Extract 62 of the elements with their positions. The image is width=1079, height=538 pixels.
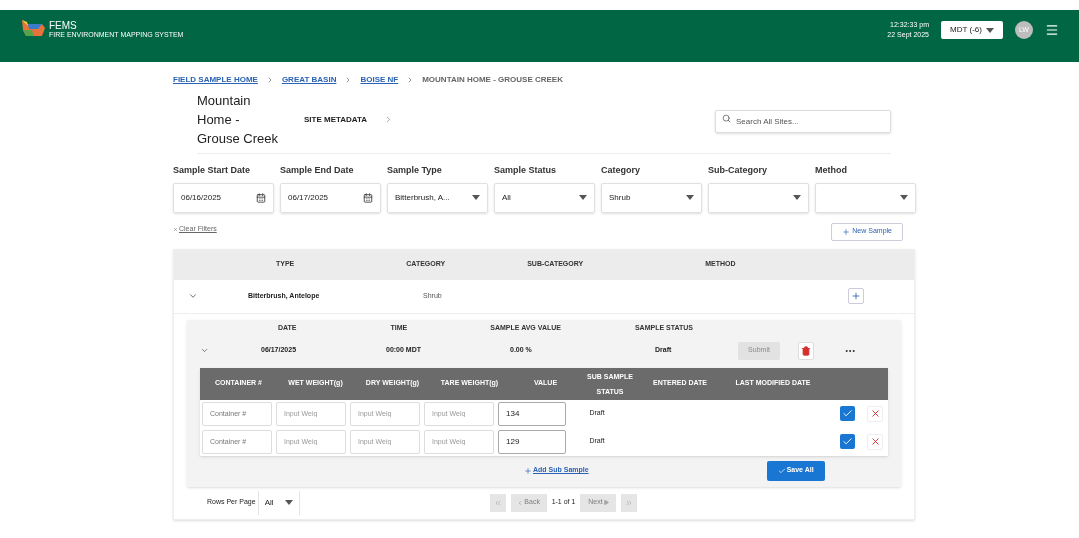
plus-icon (851, 291, 861, 301)
first-page-button[interactable] (489, 493, 506, 512)
app-name: FEMS (49, 20, 78, 31)
filter-label: Sample End Date (280, 164, 355, 177)
trash-icon (801, 345, 811, 356)
first-page-icon (493, 498, 502, 507)
breadcrumb-link[interactable]: FIELD SAMPLE HOME (173, 74, 258, 86)
breadcrumb-current: MOUNTAIN HOME - GROUSE CREEK (422, 74, 563, 86)
filter-label: Sample Type (387, 164, 443, 177)
cancel-button[interactable] (867, 433, 883, 450)
plus-icon (842, 227, 851, 236)
date-field[interactable]: 06/17/2025 (280, 182, 381, 213)
close-icon (869, 436, 881, 447)
breadcrumb-link[interactable]: GREAT BASIN (281, 74, 337, 86)
caret-icon (284, 500, 293, 505)
filter-label: Category (601, 164, 641, 177)
select-field[interactable]: Bitterbrush, A... (387, 182, 488, 213)
value-field[interactable]: 129 (498, 429, 566, 454)
filter-label: Sample Status (494, 164, 558, 177)
select-field[interactable]: All (494, 182, 595, 213)
caret-icon (686, 195, 694, 200)
chevron-icon (384, 115, 393, 124)
rows-per-page-select[interactable]: All (257, 490, 300, 515)
select-field[interactable] (708, 182, 809, 213)
confirm-button[interactable] (840, 406, 855, 421)
search-icon (722, 113, 731, 123)
site-title: Mountain Home - Grouse Creek (197, 92, 279, 148)
menu-icon[interactable] (1045, 23, 1059, 37)
caret-icon (579, 195, 587, 200)
select-field[interactable] (815, 182, 916, 213)
filter-label: Sample Start Date (173, 164, 252, 177)
check-icon (777, 466, 786, 475)
check-icon (842, 408, 853, 419)
calendar-icon (256, 192, 266, 203)
add-button[interactable] (848, 288, 864, 304)
caret-icon (472, 195, 480, 200)
caret-icon (793, 195, 801, 200)
confirm-button[interactable] (840, 434, 855, 449)
date-field[interactable]: 06/16/2025 (173, 182, 274, 213)
site-metadata-link[interactable]: SITE METADATA (304, 113, 384, 126)
timezone-select[interactable]: MDT (-6) (941, 21, 1003, 39)
select-field[interactable]: Shrub (601, 182, 702, 213)
breadcrumb-link[interactable]: BOISE NF (360, 74, 399, 86)
last-page-icon (625, 498, 634, 507)
chevron-icon (517, 499, 524, 506)
last-page-button[interactable] (621, 493, 638, 512)
close-icon (869, 408, 881, 419)
caret-icon (900, 195, 908, 200)
value-field[interactable]: 134 (498, 401, 566, 426)
cancel-button[interactable] (867, 405, 883, 422)
play-icon (603, 500, 609, 505)
caret-icon (985, 27, 994, 33)
expand-icon[interactable] (200, 346, 209, 355)
close-icon (173, 227, 178, 232)
delete-button[interactable] (798, 341, 814, 360)
calendar-icon (363, 192, 373, 203)
search-field[interactable]: Search All Sites... (715, 109, 891, 133)
check-icon (842, 436, 853, 447)
plus-icon (524, 466, 532, 475)
filter-label: Method (815, 164, 848, 177)
expand-icon[interactable] (188, 291, 198, 301)
filter-label: Sub-Category (708, 164, 768, 177)
